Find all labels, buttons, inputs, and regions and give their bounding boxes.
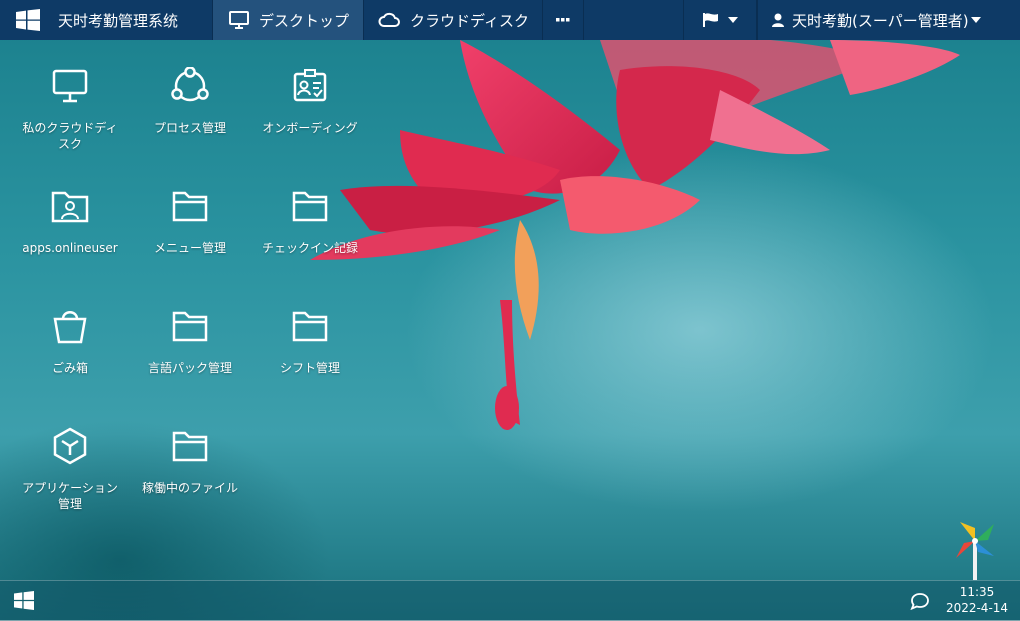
monitor-icon: [229, 11, 249, 29]
more-menu-button[interactable]: [543, 0, 584, 40]
monitor-icon: [52, 69, 88, 103]
chat-icon[interactable]: [910, 592, 930, 610]
desktop-icon-app-management[interactable]: アプリケーション管理: [10, 400, 130, 512]
desktop-icon-label: メニュー管理: [153, 241, 226, 255]
desktop-icon-check-in-records[interactable]: チェックイン記録: [250, 160, 370, 256]
top-bar-spacer: [584, 0, 683, 40]
pinwheel-icon[interactable]: [952, 518, 998, 580]
app-title: 天时考勤管理系统: [58, 11, 179, 30]
folder-icon: [292, 311, 328, 342]
taskbar: 11:35 2022-4-14: [0, 580, 1020, 621]
desktop-icon-onboarding[interactable]: オンボーディング: [250, 40, 370, 136]
desktop-icon-label: アプリケーション管理: [22, 481, 118, 511]
windows-logo-icon: [16, 9, 40, 31]
desktop-icon-label: チェックイン記録: [261, 241, 358, 255]
user-icon: [772, 13, 784, 27]
desktop-icon-process-management[interactable]: プロセス管理: [130, 40, 250, 136]
desktop-icon-online-user[interactable]: apps.onlineuser: [10, 160, 130, 256]
windows-icon[interactable]: [14, 591, 34, 610]
cube-icon: [53, 427, 87, 465]
user-folder-icon: [51, 191, 89, 223]
desktop-icon-shift-management[interactable]: シフト管理: [250, 280, 370, 376]
process-icon: [171, 67, 209, 102]
chevron-down-icon: [970, 17, 981, 23]
ellipsis-icon: [556, 18, 570, 22]
folder-icon: [172, 191, 208, 222]
id-card-icon: [293, 69, 327, 102]
tab-desktop-label: デスクトップ: [259, 11, 350, 30]
tab-cloud-disk[interactable]: クラウドディスク: [364, 0, 543, 40]
folder-icon: [172, 431, 208, 462]
tab-desktop[interactable]: デスクトップ: [213, 0, 364, 40]
system-clock[interactable]: 11:35 2022-4-14: [940, 584, 1014, 616]
folder-icon: [292, 191, 328, 222]
desktop-icon-running-files[interactable]: 稼働中のファイル: [130, 400, 250, 496]
desktop-icon-label: オンボーディング: [262, 121, 358, 135]
desktop-icon-label: 言語パック管理: [147, 361, 232, 375]
desktop-icon-trash[interactable]: ごみ箱: [10, 280, 130, 376]
desktop-icon-label: 私のクラウドディスク: [22, 121, 118, 151]
flag-icon: [703, 13, 718, 27]
top-bar: 天时考勤管理系统 デスクトップ クラウドディスク 天时考勤(スーパー管理者): [0, 0, 1020, 40]
desktop-icon-menu-management[interactable]: メニュー管理: [130, 160, 250, 256]
user-name: 天时考勤(スーパー管理者): [792, 11, 969, 30]
desktop-icon-label: プロセス管理: [153, 121, 226, 135]
tab-cloud-disk-label: クラウドディスク: [410, 11, 529, 30]
cloud-icon: [378, 12, 400, 27]
desktop-icon-label: apps.onlineuser: [22, 241, 118, 255]
user-menu-button[interactable]: 天时考勤(スーパー管理者): [757, 0, 1020, 40]
desktop-icon-label: シフト管理: [279, 361, 340, 375]
desktop-icon-my-cloud-disk[interactable]: 私のクラウドディスク: [10, 40, 130, 152]
chevron-down-icon: [728, 17, 738, 23]
trash-icon: [53, 311, 87, 344]
folder-icon: [172, 311, 208, 342]
language-menu-button[interactable]: [683, 0, 757, 40]
clock-time: 11:35: [959, 585, 995, 599]
desktop-icon-label: 稼働中のファイル: [141, 481, 238, 495]
brand: 天时考勤管理系统: [0, 0, 213, 40]
desktop-icon-language-packs[interactable]: 言語パック管理: [130, 280, 250, 376]
clock-date: 2022-4-14: [945, 601, 1009, 615]
desktop-icon-label: ごみ箱: [51, 361, 88, 375]
